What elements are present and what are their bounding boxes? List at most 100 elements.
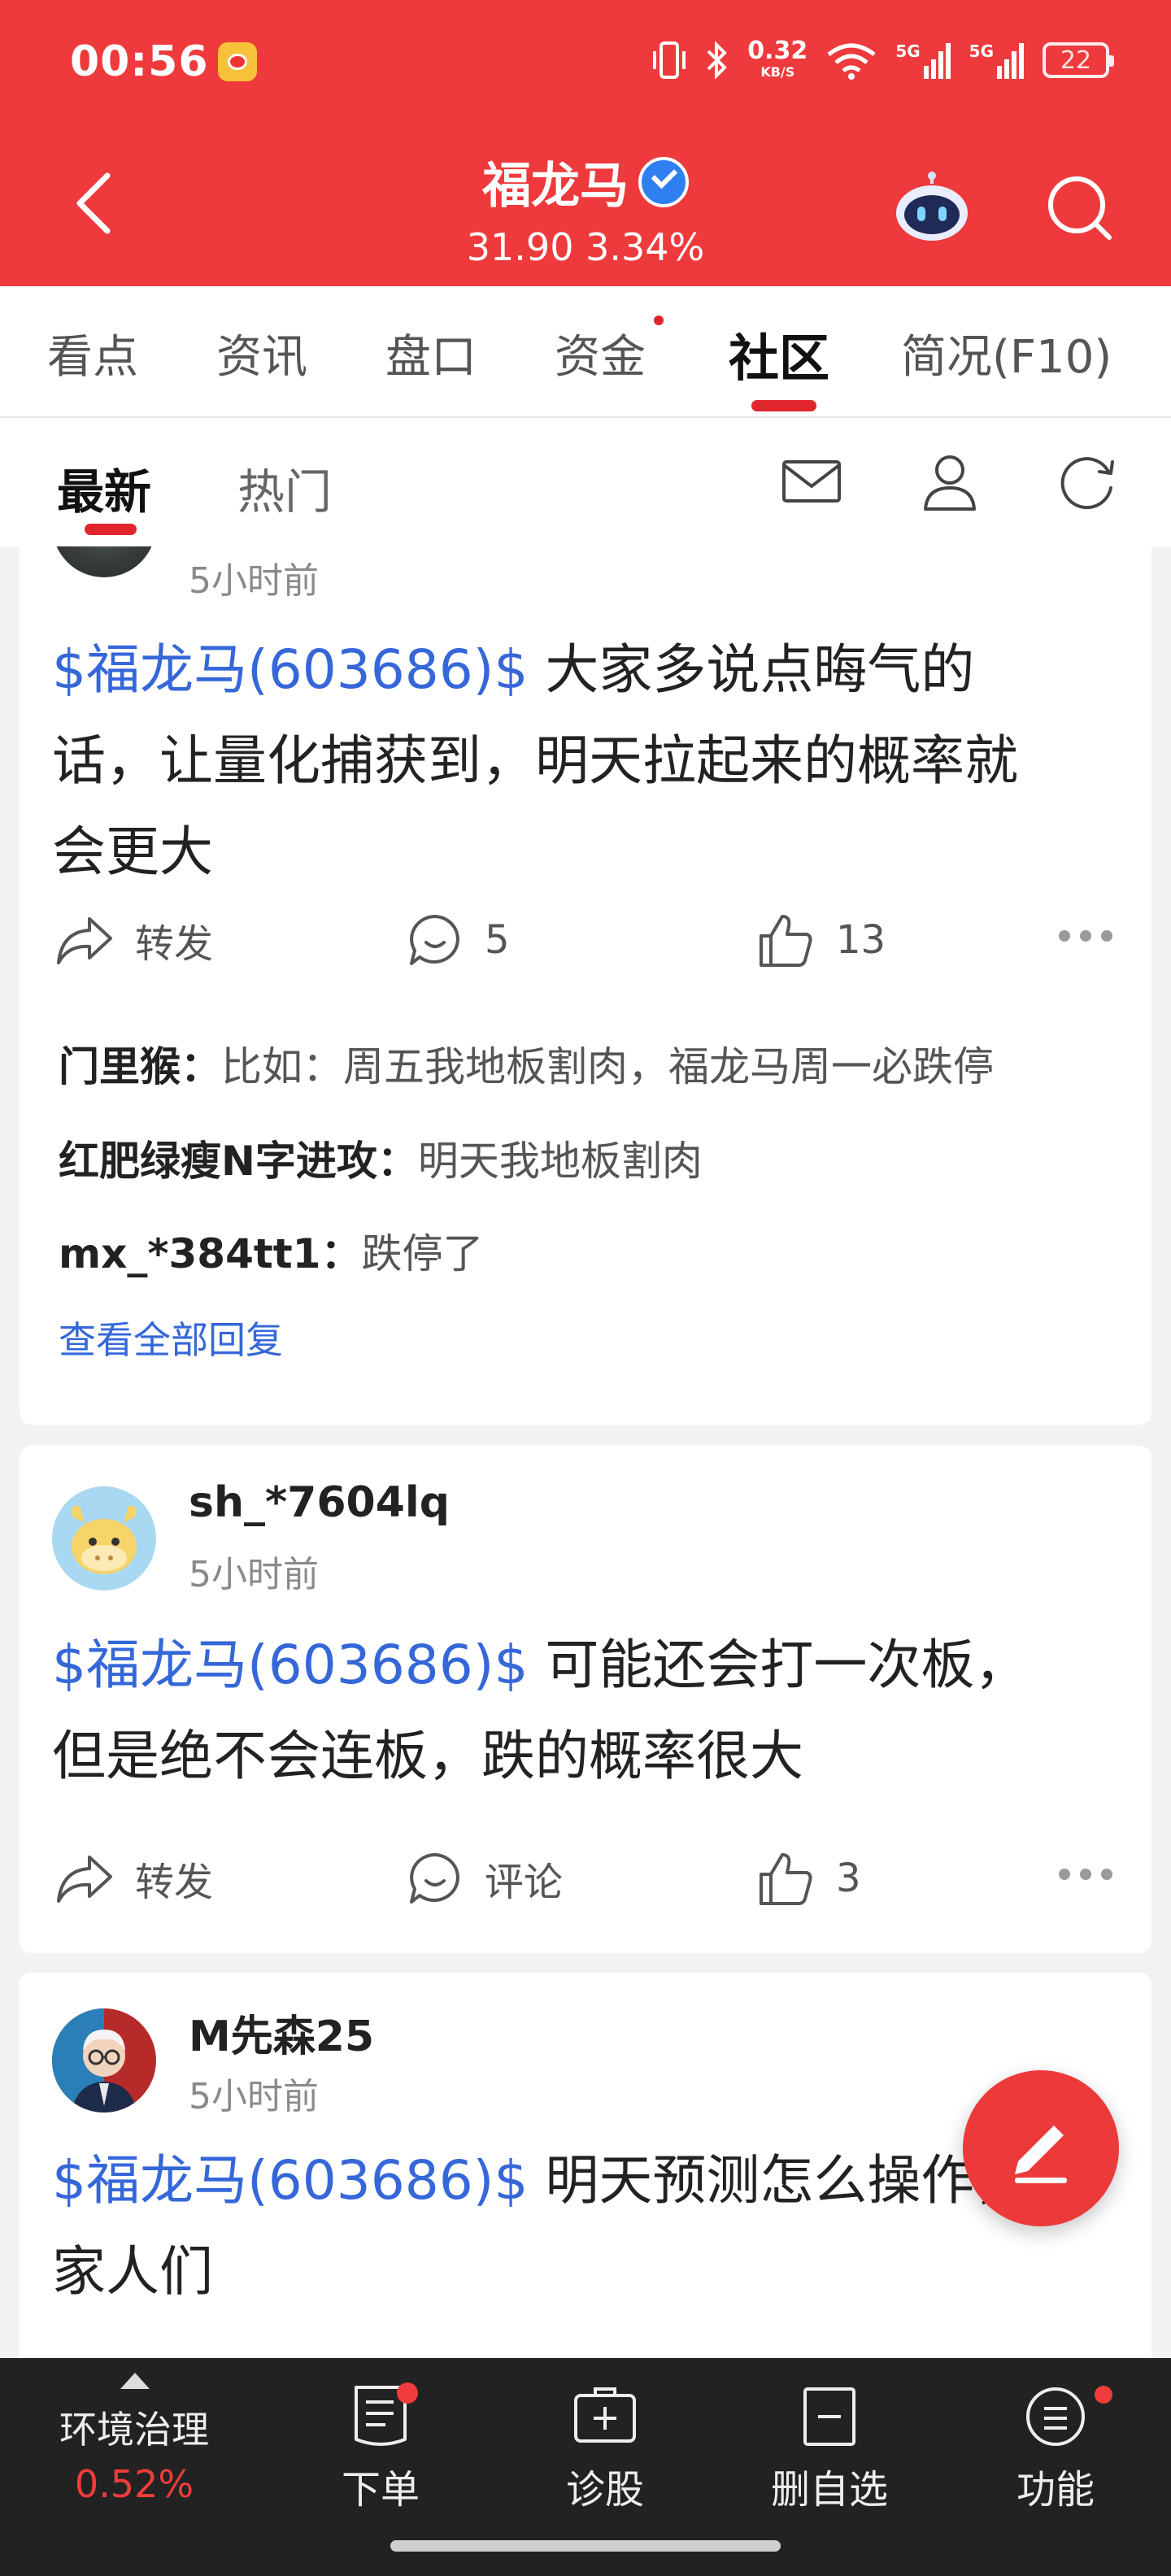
diagnose-stock-button[interactable]: 诊股: [516, 2382, 694, 2514]
bottom-toolbar: 环境治理 0.52% 下单 诊股 删自选 功能: [0, 2358, 1171, 2576]
stock-tag-link[interactable]: $福龙马(603686)$: [52, 1634, 528, 1696]
vibrate-icon: [653, 41, 686, 79]
portrait-avatar-icon: [52, 2008, 137, 2113]
profile-icon[interactable]: [916, 447, 984, 516]
functions-button[interactable]: 功能: [966, 2382, 1145, 2514]
post-line: 会更大: [52, 820, 213, 883]
order-label: 下单: [341, 2467, 420, 2513]
stock-title: 福龙马 31.90 3.34%: [0, 146, 1171, 269]
forward-label: 转发: [135, 1860, 214, 1905]
post-card: sh_*7604lq 5小时前 $福龙马(603686)$ 可能还会打一次板， …: [20, 1446, 1151, 1953]
subtab-hot[interactable]: 热门: [237, 454, 332, 522]
ai-assistant-robot-icon[interactable]: [891, 171, 973, 244]
reply-text: 比如：周五我地板割肉，福龙马周一必跌停: [221, 1043, 994, 1090]
refresh-icon[interactable]: [1052, 447, 1121, 516]
stock-tag-link[interactable]: $福龙马(603686)$: [52, 638, 528, 701]
new-indicator-dot: [654, 315, 664, 325]
functions-label: 功能: [1016, 2467, 1095, 2513]
post-time: 5小时前: [189, 560, 319, 602]
mail-icon[interactable]: [777, 447, 846, 516]
subtab-latest[interactable]: 最新: [57, 454, 151, 522]
signal-bars-icon: [997, 43, 1024, 79]
tab-highlights[interactable]: 看点: [47, 320, 138, 386]
view-all-replies-link[interactable]: 查看全部回复: [59, 1311, 283, 1364]
post-line: 但是绝不会连板，跌的概率很大: [52, 1725, 803, 1787]
tab-news[interactable]: 资讯: [216, 320, 307, 386]
thumbs-up-icon: [760, 1853, 812, 1905]
post-card: 5小时前 $福龙马(603686)$ 大家多说点晦气的 话，让量化捕获到，明天拉…: [20, 546, 1151, 1425]
notification-dot: [1095, 2386, 1112, 2404]
post-actions: 转发 5 13: [20, 907, 1151, 973]
forward-button[interactable]: 转发: [55, 907, 213, 973]
reply-user: mx_*384tt1：: [59, 1230, 362, 1277]
post-actions: 转发 评论 3: [20, 1846, 1151, 1911]
comment-button[interactable]: 5: [407, 907, 510, 973]
reply-item[interactable]: 红肥绿瘦N字进攻：明天我地板割肉: [59, 1129, 703, 1187]
post-line: 可能还会打一次板，: [528, 1634, 1029, 1696]
tab-fund-flow[interactable]: 资金: [555, 320, 646, 386]
reply-user: 门里猴：: [59, 1043, 221, 1090]
post-username[interactable]: M先森25: [189, 2002, 374, 2063]
order-button[interactable]: 下单: [291, 2382, 470, 2514]
signal-5g-1: 5G: [895, 41, 951, 79]
app-header: 00:56 0.32 KB/S 5G 5G 22 福龙马 31.90 3.34%: [0, 0, 1171, 286]
forward-button[interactable]: 转发: [55, 1846, 213, 1911]
more-options-icon[interactable]: [1059, 930, 1112, 942]
home-indicator[interactable]: [390, 2540, 781, 2552]
post-content[interactable]: $福龙马(603686)$ 可能还会打一次板， 但是绝不会连板，跌的概率很大: [52, 1620, 1125, 1802]
more-options-icon[interactable]: [1059, 1869, 1112, 1880]
avatar[interactable]: [52, 2008, 156, 2113]
post-line: 大家多说点晦气的: [528, 638, 975, 701]
like-count: 13: [836, 917, 886, 963]
post-line: 明天预测怎么操作，: [528, 2149, 1029, 2212]
like-button[interactable]: 3: [756, 1846, 861, 1911]
search-icon[interactable]: [1044, 172, 1112, 241]
tab-community[interactable]: 社区: [729, 317, 829, 390]
reply-text: 明天我地板割肉: [417, 1138, 703, 1185]
signal-5g-2: 5G: [969, 41, 1025, 79]
menu-circle-icon: [1026, 2387, 1085, 2446]
weibo-notification-icon: [218, 42, 257, 81]
post-time: 5小时前: [189, 2076, 319, 2117]
signal-bars-icon: [923, 43, 951, 79]
reply-text: 跌停了: [361, 1230, 484, 1277]
wifi-icon: [827, 43, 876, 80]
medical-kit-icon: [574, 2387, 636, 2443]
remove-square-icon: [803, 2387, 855, 2446]
tab-market-depth[interactable]: 盘口: [385, 320, 477, 386]
sector-index-name: 环境治理: [59, 2408, 209, 2452]
comment-count: 5: [485, 917, 510, 963]
sector-index-change: 0.52%: [74, 2462, 194, 2506]
active-subtab-indicator: [85, 524, 137, 535]
avatar[interactable]: [52, 546, 156, 577]
forward-label: 转发: [135, 921, 214, 967]
share-arrow-icon: [57, 1856, 112, 1903]
stock-detail-tabs: 看点 资讯 盘口 资金 社区 简况(F10): [0, 286, 1171, 418]
diagnose-label: 诊股: [565, 2467, 644, 2513]
reply-item[interactable]: mx_*384tt1：跌停了: [59, 1221, 483, 1280]
active-tab-indicator: [751, 400, 816, 411]
comment-label: 评论: [485, 1860, 564, 1905]
stock-price-change: 31.90 3.34%: [466, 225, 705, 269]
reply-user: 红肥绿瘦N字进攻：: [59, 1138, 418, 1185]
battery-indicator: 22: [1043, 42, 1114, 78]
comment-button[interactable]: 评论: [407, 1846, 563, 1911]
reply-item[interactable]: 门里猴：比如：周五我地板割肉，福龙马周一必跌停: [59, 1034, 994, 1093]
comment-bubble-icon: [410, 915, 459, 965]
verified-icon: [638, 156, 689, 207]
status-icons: 0.32 KB/S 5G 5G 22: [651, 36, 1114, 85]
cow-avatar-icon: [72, 1505, 137, 1574]
like-button[interactable]: 13: [756, 907, 886, 973]
avatar[interactable]: [52, 1486, 156, 1590]
stock-tag-link[interactable]: $福龙马(603686)$: [52, 2149, 528, 2212]
stock-name: 福龙马: [482, 158, 629, 215]
share-arrow-icon: [57, 917, 112, 964]
tab-company-profile[interactable]: 简况(F10): [901, 320, 1112, 386]
post-content[interactable]: $福龙马(603686)$ 大家多说点晦气的 话，让量化捕获到，明天拉起来的概率…: [52, 624, 1125, 898]
compose-post-button[interactable]: [963, 2070, 1119, 2226]
remove-watchlist-button[interactable]: 删自选: [740, 2382, 919, 2514]
network-speed: 0.32 KB/S: [747, 37, 808, 80]
post-line: 家人们: [52, 2240, 213, 2303]
post-username[interactable]: sh_*7604lq: [189, 1478, 450, 1527]
community-subtabs: 最新 热门: [0, 418, 1171, 546]
